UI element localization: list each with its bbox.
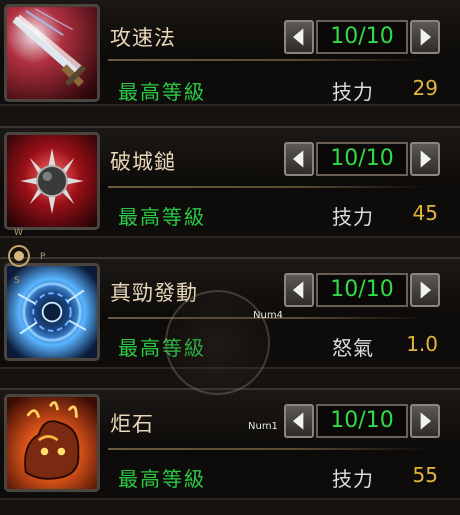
stat-value: 45	[412, 201, 438, 225]
max-level-label: 最高等級	[118, 205, 206, 229]
stat-label: 技力	[332, 205, 374, 229]
stat-label: 技力	[332, 467, 374, 491]
stat-label: 怒氣	[332, 336, 374, 360]
key-hint-num1: Num1	[248, 421, 278, 432]
flaming-rock-icon[interactable]	[4, 394, 100, 492]
virtual-joystick[interactable]	[165, 290, 270, 395]
stat-label: 技力	[332, 80, 374, 104]
compass-widget[interactable]: W P S	[0, 228, 46, 288]
arrow-left-icon	[292, 412, 304, 430]
level-value: 10/10	[316, 404, 408, 438]
increase-level-button[interactable]	[410, 142, 440, 176]
divider	[108, 448, 428, 450]
skill-name: 破城鎚	[110, 150, 176, 174]
skill-row: 攻速法 10/10 最高等級 技力 29	[0, 0, 460, 106]
divider	[108, 186, 428, 188]
arrow-right-icon	[420, 412, 432, 430]
arrow-left-icon	[292, 28, 304, 46]
level-control: 10/10	[284, 20, 440, 56]
stat-value: 55	[412, 463, 438, 487]
sword-icon[interactable]	[4, 4, 100, 102]
max-level-label: 最高等級	[118, 80, 206, 104]
decrease-level-button[interactable]	[284, 20, 314, 54]
level-value: 10/10	[316, 273, 408, 307]
decrease-level-button[interactable]	[284, 404, 314, 438]
compass-w: W	[14, 228, 23, 238]
level-control: 10/10	[284, 404, 440, 440]
skill-name: 炬石	[110, 412, 154, 436]
decrease-level-button[interactable]	[284, 142, 314, 176]
arrow-left-icon	[292, 281, 304, 299]
level-control: 10/10	[284, 142, 440, 178]
arrow-right-icon	[420, 281, 432, 299]
arrow-right-icon	[420, 150, 432, 168]
compass-p: P	[40, 252, 46, 262]
skill-row: 炬石 10/10 最高等級 技力 55	[0, 388, 460, 500]
max-level-label: 最高等級	[118, 467, 206, 491]
skill-row: 破城鎚 10/10 最高等級 技力 45	[0, 126, 460, 238]
key-hint-num4: Num4	[253, 310, 283, 321]
increase-level-button[interactable]	[410, 273, 440, 307]
divider	[108, 59, 428, 61]
arrow-left-icon	[292, 150, 304, 168]
compass-s: S	[14, 276, 20, 286]
decrease-level-button[interactable]	[284, 273, 314, 307]
increase-level-button[interactable]	[410, 20, 440, 54]
stat-value: 1.0	[406, 332, 438, 356]
skill-name: 攻速法	[110, 26, 176, 50]
increase-level-button[interactable]	[410, 404, 440, 438]
level-value: 10/10	[316, 142, 408, 176]
level-value: 10/10	[316, 20, 408, 54]
arrow-right-icon	[420, 28, 432, 46]
stat-value: 29	[412, 76, 438, 100]
skill-list: 攻速法 10/10 最高等級 技力 29 破城鎚 10/10 最高等級 技力 4…	[0, 0, 460, 515]
compass-dot-icon	[14, 251, 24, 261]
level-control: 10/10	[284, 273, 440, 309]
spiked-mace-icon[interactable]	[4, 132, 100, 230]
